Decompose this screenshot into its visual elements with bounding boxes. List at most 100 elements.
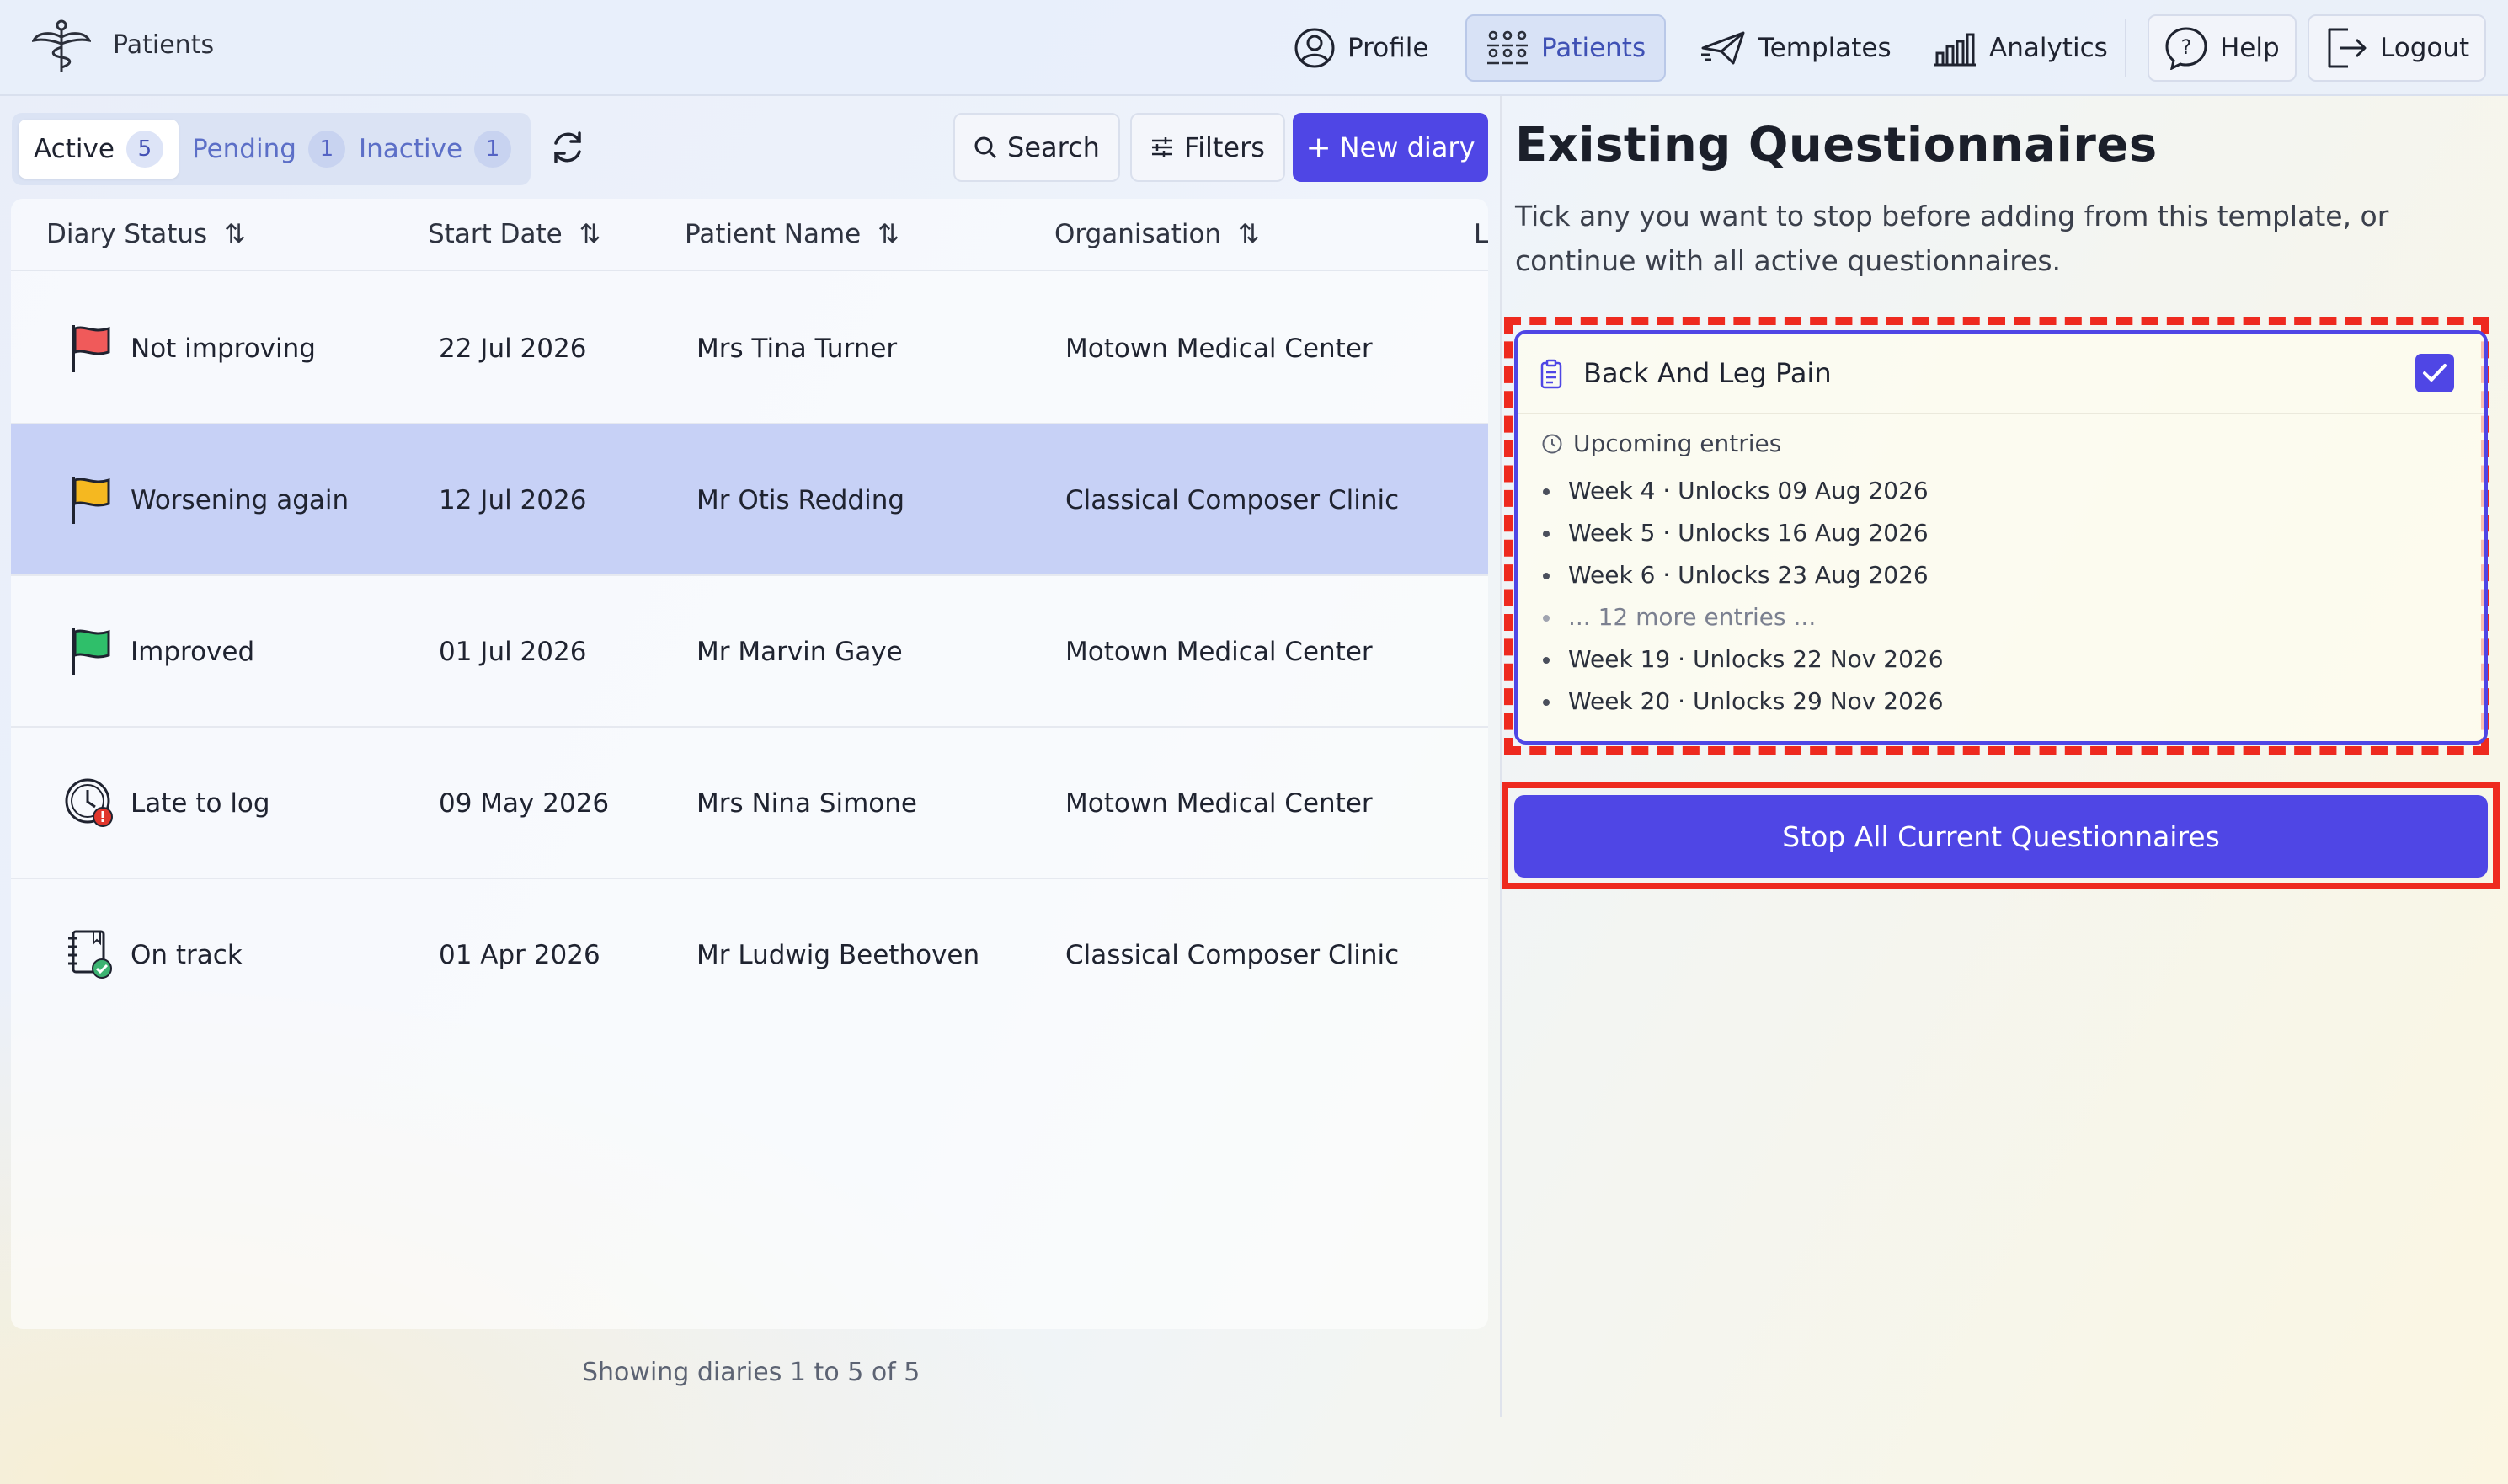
nav-logout-label: Logout xyxy=(2380,33,2470,63)
nav-help-label: Help xyxy=(2220,33,2280,63)
column-label: L xyxy=(1474,219,1488,249)
bar-chart-icon xyxy=(1934,33,1976,67)
late-clock-icon xyxy=(65,778,113,827)
app-title: Patients xyxy=(113,30,215,60)
checkmark-icon xyxy=(2423,364,2447,382)
nav-profile[interactable]: Profile xyxy=(1275,14,1447,82)
logout-icon xyxy=(2328,28,2367,68)
nav-patients[interactable]: Patients xyxy=(1465,14,1667,82)
table-row[interactable]: On track 01 Apr 2026 Mr Ludwig Beethoven… xyxy=(11,879,1488,1031)
green-flag-icon xyxy=(72,628,110,675)
svg-text:?: ? xyxy=(2181,35,2192,59)
stop-all-label: Stop All Current Questionnaires xyxy=(1782,819,2220,853)
nav-patients-label: Patients xyxy=(1541,33,1646,63)
start-date: 12 Jul 2026 xyxy=(439,485,587,515)
column-label: Organisation xyxy=(1054,219,1222,249)
yellow-flag-icon xyxy=(72,477,110,524)
column-header-diary-status[interactable]: Diary Status ⇅ xyxy=(46,219,246,249)
organisation: Motown Medical Center xyxy=(1065,334,1373,364)
top-bar: Patients Profile Patients Templates Anal… xyxy=(0,0,2508,96)
nav-separator xyxy=(2125,19,2126,77)
status-text: Not improving xyxy=(131,334,316,364)
sliders-icon xyxy=(1152,137,1172,157)
paper-plane-icon xyxy=(1701,31,1745,65)
nav-analytics[interactable]: Analytics xyxy=(1913,14,2126,82)
nav-analytics-label: Analytics xyxy=(1989,33,2108,63)
column-label: Diary Status xyxy=(46,219,208,249)
column-label: Start Date xyxy=(428,219,563,249)
patient-name: Mr Otis Redding xyxy=(696,485,905,515)
nav-templates[interactable]: Templates xyxy=(1681,14,1910,82)
tab-pending-count: 1 xyxy=(307,131,345,168)
start-date: 01 Jul 2026 xyxy=(439,637,587,667)
diaries-table: Diary Status ⇅ Start Date ⇅ Patient Name… xyxy=(11,199,1488,1329)
nav-profile-label: Profile xyxy=(1347,33,1429,63)
list-item: Week 19 · Unlocks 22 Nov 2026 xyxy=(1541,638,1944,681)
tab-inactive[interactable]: Inactive 1 xyxy=(344,120,526,179)
filters-button[interactable]: Filters xyxy=(1130,113,1285,182)
upcoming-entries-heading: Upcoming entries xyxy=(1541,430,1781,457)
filters-button-label: Filters xyxy=(1184,131,1265,163)
table-header: Diary Status ⇅ Start Date ⇅ Patient Name… xyxy=(11,199,1488,271)
plus-icon: + xyxy=(1305,130,1331,165)
notebook-check-icon xyxy=(68,930,112,979)
nav-help[interactable]: ? Help xyxy=(2148,14,2297,82)
column-header-organisation[interactable]: Organisation ⇅ xyxy=(1054,219,1260,249)
list-item: Week 20 · Unlocks 29 Nov 2026 xyxy=(1541,681,1944,723)
table-row[interactable]: Worsening again 12 Jul 2026 Mr Otis Redd… xyxy=(11,424,1488,576)
search-button[interactable]: Search xyxy=(953,113,1120,182)
help-bubble-icon: ? xyxy=(2165,27,2207,70)
table-row[interactable]: Improved 01 Jul 2026 Mr Marvin Gaye Moto… xyxy=(11,576,1488,728)
upcoming-entries-label: Upcoming entries xyxy=(1573,430,1782,457)
red-flag-icon xyxy=(72,325,110,372)
new-diary-label: New diary xyxy=(1339,131,1475,163)
list-item: Week 4 · Unlocks 09 Aug 2026 xyxy=(1541,470,1944,512)
sort-icon: ⇅ xyxy=(224,219,247,249)
search-button-label: Search xyxy=(1007,131,1100,163)
column-header-truncated[interactable]: L xyxy=(1474,219,1488,249)
nav-logout[interactable]: Logout xyxy=(2308,14,2487,82)
column-header-patient-name[interactable]: Patient Name ⇅ xyxy=(685,219,899,249)
panel-description: Tick any you want to stop before adding … xyxy=(1515,200,2389,277)
sort-icon: ⇅ xyxy=(1238,219,1261,249)
tab-inactive-count: 1 xyxy=(474,131,512,168)
upcoming-entries-list: Week 4 · Unlocks 09 Aug 2026 Week 5 · Un… xyxy=(1541,470,1944,723)
tab-active-count: 5 xyxy=(125,131,163,168)
tab-pending[interactable]: Pending 1 xyxy=(177,120,360,179)
sort-icon: ⇅ xyxy=(579,219,601,249)
tab-pending-label: Pending xyxy=(192,134,296,164)
status-text: On track xyxy=(131,940,243,970)
organisation: Motown Medical Center xyxy=(1065,788,1373,819)
user-circle-icon xyxy=(1294,28,1335,68)
list-item: Week 5 · Unlocks 16 Aug 2026 xyxy=(1541,512,1944,554)
people-group-icon xyxy=(1487,30,1528,65)
sort-icon: ⇅ xyxy=(878,219,900,249)
diary-status-tabs: Active 5 Pending 1 Inactive 1 xyxy=(12,113,531,185)
tab-inactive-label: Inactive xyxy=(359,134,463,164)
tab-active[interactable]: Active 5 xyxy=(19,120,179,179)
column-label: Patient Name xyxy=(685,219,862,249)
table-row[interactable]: Not improving 22 Jul 2026 Mrs Tina Turne… xyxy=(11,273,1488,424)
search-icon xyxy=(974,136,997,159)
caduceus-logo-icon[interactable] xyxy=(32,19,91,74)
questionnaire-checkbox[interactable] xyxy=(2415,354,2454,392)
list-item: Week 6 · Unlocks 23 Aug 2026 xyxy=(1541,554,1944,596)
organisation: Classical Composer Clinic xyxy=(1065,485,1400,515)
status-text: Improved xyxy=(131,637,255,667)
start-date: 22 Jul 2026 xyxy=(439,334,587,364)
stop-all-questionnaires-button[interactable]: Stop All Current Questionnaires xyxy=(1514,795,2488,878)
patient-name: Mr Marvin Gaye xyxy=(696,637,903,667)
questionnaire-header: Back And Leg Pain xyxy=(1518,334,2484,414)
patient-name: Mr Ludwig Beethoven xyxy=(696,940,980,970)
organisation: Motown Medical Center xyxy=(1065,637,1373,667)
refresh-icon[interactable] xyxy=(547,126,588,168)
column-header-start-date[interactable]: Start Date ⇅ xyxy=(428,219,601,249)
clock-icon xyxy=(1542,434,1562,453)
more-entries-item: ... 12 more entries ... xyxy=(1541,596,1944,638)
status-text: Late to log xyxy=(131,788,270,819)
organisation: Classical Composer Clinic xyxy=(1065,940,1400,970)
questionnaire-card: Back And Leg Pain Upcoming entries Week … xyxy=(1514,330,2488,745)
table-row[interactable]: Late to log 09 May 2026 Mrs Nina Simone … xyxy=(11,728,1488,879)
new-diary-button[interactable]: + New diary xyxy=(1293,113,1488,182)
patient-name: Mrs Tina Turner xyxy=(696,334,898,364)
